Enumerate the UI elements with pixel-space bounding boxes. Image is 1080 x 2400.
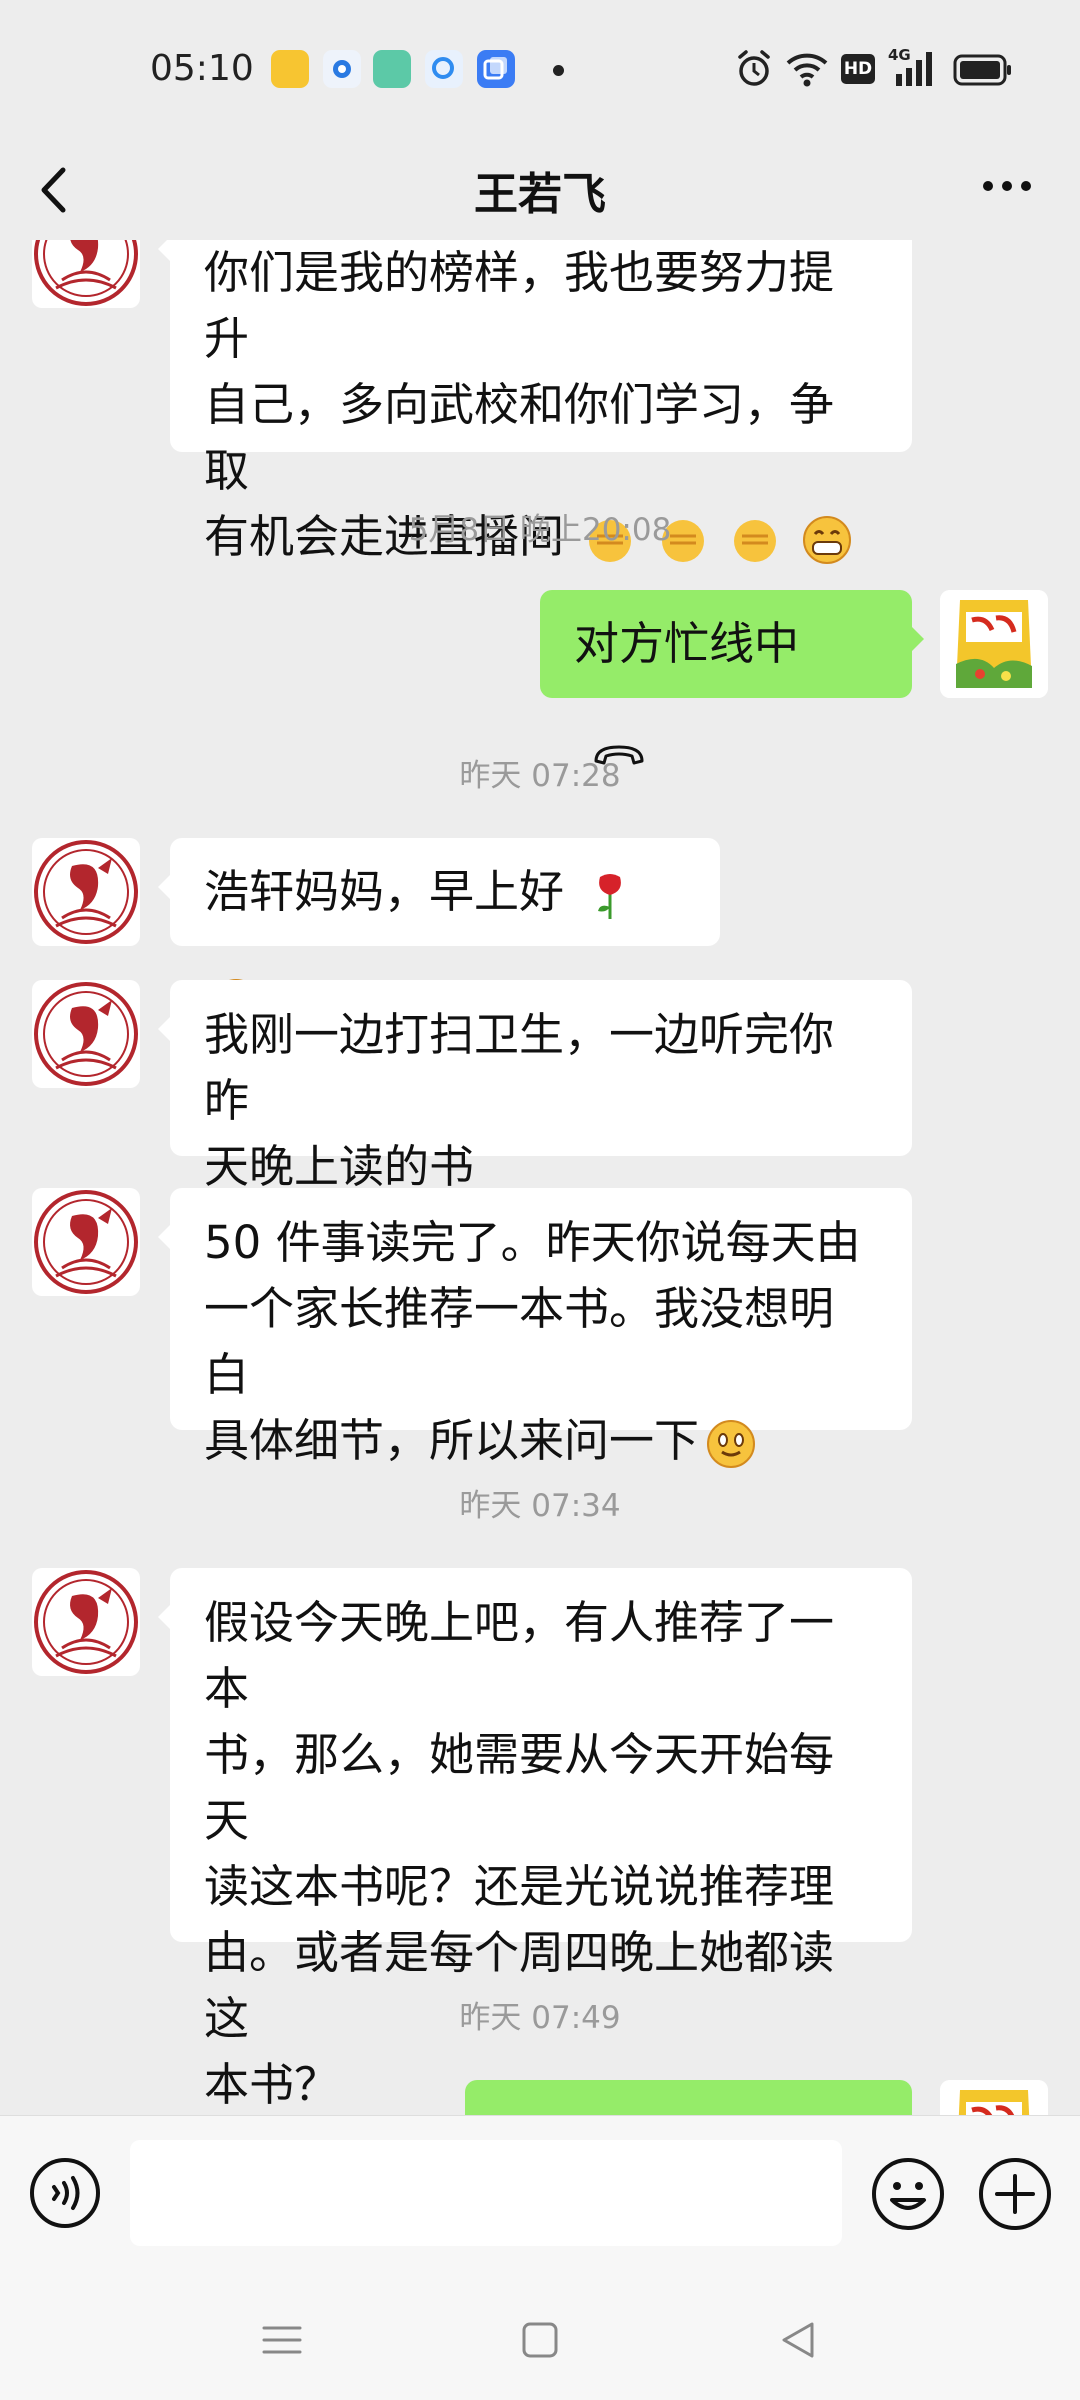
rice-bag-icon bbox=[940, 590, 1048, 698]
battery-icon bbox=[953, 54, 1011, 86]
hd-label: HD bbox=[843, 59, 873, 79]
message-line: 我刚一边打扫卫生，一边听完你昨 bbox=[204, 1008, 835, 1127]
notes-app-icon bbox=[271, 50, 309, 88]
input-bar bbox=[0, 2115, 1080, 2281]
timestamp: 昨天 07:34 bbox=[459, 1488, 621, 1524]
contact-avatar[interactable] bbox=[32, 1188, 140, 1296]
my-avatar[interactable] bbox=[940, 2080, 1048, 2115]
koi-fish-icon bbox=[34, 240, 138, 306]
status-time: 05:10 bbox=[150, 48, 254, 89]
call-status-text: 对方忙线中 bbox=[574, 617, 800, 670]
message-line: 假设今天晚上吧，有人推荐了一本 bbox=[204, 1596, 835, 1715]
timestamp: 昨天 07:49 bbox=[459, 2000, 621, 2036]
contact-avatar[interactable] bbox=[32, 1568, 140, 1676]
outgoing-call-message[interactable]: 对方忙线中 bbox=[540, 590, 924, 765]
outgoing-message-partial[interactable] bbox=[465, 2080, 912, 2115]
incoming-message[interactable]: 我刚一边打扫卫生，一边听完你昨 天晚上读的书 bbox=[158, 980, 912, 1193]
incoming-message[interactable]: 假设今天晚上吧，有人推荐了一本 书，那么，她需要从今天开始每天 读这本书呢？还是… bbox=[158, 1568, 912, 2111]
koi-fish-icon bbox=[34, 1190, 138, 1294]
message-line-with-emoji: 具体细节，所以来问一下 bbox=[204, 1408, 878, 1474]
rice-bag-icon bbox=[940, 2080, 1048, 2115]
home-square-icon[interactable] bbox=[510, 2310, 570, 2370]
message-text: 具体细节，所以来问一下 bbox=[204, 1414, 700, 1467]
message-line: 读这本书呢？还是光说说推荐理 bbox=[204, 1860, 835, 1913]
my-avatar[interactable] bbox=[940, 590, 1048, 698]
system-navigation-bar bbox=[0, 2280, 1080, 2400]
signal-icon: 4G bbox=[888, 46, 938, 90]
app-store-icon bbox=[373, 50, 411, 88]
hd-icon: HD bbox=[841, 54, 875, 84]
message-line: 50 件事读完了。昨天你说每天由 bbox=[204, 1216, 861, 1269]
koi-fish-icon bbox=[34, 982, 138, 1086]
emoji-picker-icon[interactable] bbox=[870, 2156, 946, 2232]
menu-icon[interactable] bbox=[252, 2310, 312, 2370]
smile-emoji-icon bbox=[707, 1420, 756, 1468]
message-list[interactable]: 你们是我的榜样，我也要努力提升 自己，多向武校和你们学习，争取 有机会走进直播间… bbox=[0, 240, 1080, 2115]
voice-input-icon[interactable] bbox=[28, 2156, 102, 2230]
contact-avatar[interactable] bbox=[32, 838, 140, 946]
koi-fish-icon bbox=[34, 840, 138, 944]
message-line: 书，那么，她需要从今天开始每天 bbox=[204, 1728, 835, 1847]
message-line: 自己，多向武校和你们学习，争取 bbox=[204, 378, 835, 497]
incoming-message[interactable]: 50 件事读完了。昨天你说每天由 一个家长推荐一本书。我没想明白 具体细节，所以… bbox=[158, 1188, 912, 1468]
multiwindow-app-icon bbox=[477, 50, 515, 88]
more-notifications-dot bbox=[553, 65, 564, 76]
browser-app-icon bbox=[323, 50, 361, 88]
message-input[interactable] bbox=[130, 2140, 842, 2246]
search-app-icon bbox=[425, 50, 463, 88]
chat-header: 王若飞 bbox=[0, 140, 1080, 240]
timestamp: 5月8日 晚上20:08 bbox=[408, 512, 672, 548]
chat-title: 王若飞 bbox=[474, 169, 606, 220]
status-bar: 05:10 HD 4G bbox=[0, 0, 1080, 140]
incoming-message[interactable]: 浩轩妈妈，早上好 bbox=[158, 838, 720, 1027]
contact-avatar[interactable] bbox=[32, 240, 140, 308]
alarm-icon bbox=[738, 50, 770, 86]
incoming-message[interactable]: 你们是我的榜样，我也要努力提升 自己，多向武校和你们学习，争取 有机会走进直播间 bbox=[158, 240, 912, 564]
message-line: 一个家长推荐一本书。我没想明白 bbox=[204, 1282, 835, 1401]
more-options-icon[interactable] bbox=[962, 150, 1052, 230]
message-text: 浩轩妈妈，早上好 bbox=[204, 865, 565, 918]
more-functions-plus-icon[interactable] bbox=[977, 2156, 1053, 2232]
rose-emoji-icon bbox=[598, 874, 622, 919]
koi-fish-icon bbox=[34, 1570, 138, 1674]
timestamp: 昨天 07:28 bbox=[459, 758, 621, 794]
back-triangle-icon[interactable] bbox=[768, 2310, 828, 2370]
wifi-icon bbox=[786, 53, 828, 87]
message-line: 你们是我的榜样，我也要努力提升 bbox=[204, 246, 835, 365]
contact-avatar[interactable] bbox=[32, 980, 140, 1088]
